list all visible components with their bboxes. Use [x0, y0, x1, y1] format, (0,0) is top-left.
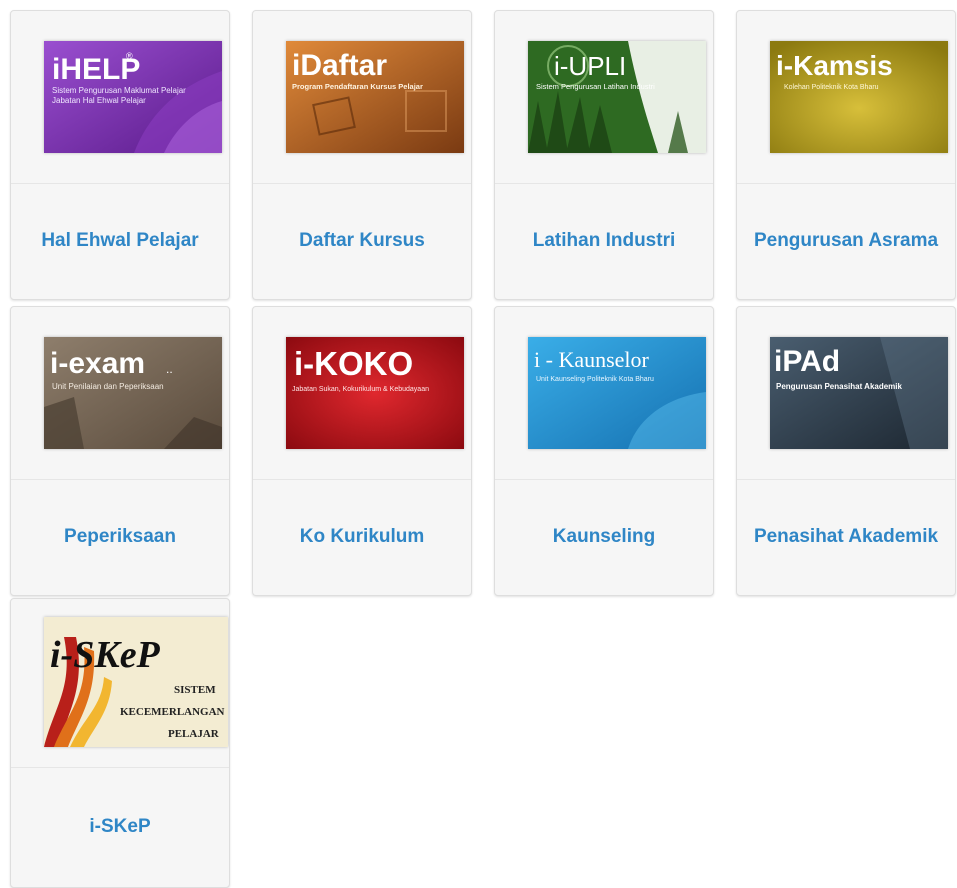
- tile-hal-ehwal-pelajar[interactable]: iHELP ® Sistem Pengurusan Maklumat Pelaj…: [10, 10, 230, 300]
- tile-image-area: i-Kamsis Kolehan Politeknik Kota Bharu: [737, 11, 955, 184]
- tile-image-area: iDaftar Program Pendaftaran Kursus Pelaj…: [253, 11, 471, 184]
- idaftar-logo-image: iDaftar Program Pendaftaran Kursus Pelaj…: [286, 41, 464, 153]
- tile-image-area: i-exam .. Unit Penilaian dan Peperiksaan: [11, 307, 229, 480]
- ipad-logo-image: iPAd Pengurusan Penasihat Akademik: [770, 337, 948, 449]
- ipad-logo-text: iPAd: [774, 345, 840, 378]
- iupli-banner[interactable]: i-UPLI Sistem Pengurusan Latihan Industr…: [528, 41, 706, 153]
- ihelp-banner[interactable]: iHELP ® Sistem Pengurusan Maklumat Pelaj…: [44, 41, 222, 153]
- tile-image-area: i - Kaunselor Unit Kaunseling Politeknik…: [495, 307, 713, 480]
- tile-image-area: iHELP ® Sistem Pengurusan Maklumat Pelaj…: [11, 11, 229, 184]
- tile-kaunseling[interactable]: i - Kaunselor Unit Kaunseling Politeknik…: [494, 306, 714, 596]
- ihelp-logo-image: iHELP ® Sistem Pengurusan Maklumat Pelaj…: [44, 41, 222, 153]
- iupli-logo-image: i-UPLI Sistem Pengurusan Latihan Industr…: [528, 41, 706, 153]
- tile-label[interactable]: Peperiksaan: [11, 479, 229, 595]
- tile-label[interactable]: i-SKeP: [11, 767, 229, 887]
- tile-label[interactable]: Hal Ehwal Pelajar: [11, 183, 229, 299]
- tile-label[interactable]: Penasihat Akademik: [737, 479, 955, 595]
- svg-text:Jabatan Hal Ehwal Pelajar: Jabatan Hal Ehwal Pelajar: [52, 96, 146, 105]
- tile-label[interactable]: Ko Kurikulum: [253, 479, 471, 595]
- tile-peperiksaan[interactable]: i-exam .. Unit Penilaian dan Peperiksaan…: [10, 306, 230, 596]
- ikamsis-logo-image: i-Kamsis Kolehan Politeknik Kota Bharu: [770, 41, 948, 153]
- svg-text:PELAJAR: PELAJAR: [168, 728, 220, 740]
- svg-text:Program Pendaftaran Kursus Pel: Program Pendaftaran Kursus Pelajar: [292, 82, 423, 91]
- idaftar-banner[interactable]: iDaftar Program Pendaftaran Kursus Pelaj…: [286, 41, 464, 153]
- iskep-logo-text: i-SKeP: [50, 634, 161, 676]
- svg-text:SISTEM: SISTEM: [174, 684, 216, 696]
- ikaunselor-logo-text: i - Kaunselor: [534, 347, 650, 372]
- svg-text:Sistem Pengurusan Maklumat Pel: Sistem Pengurusan Maklumat Pelajar: [52, 86, 186, 95]
- tile-pengurusan-asrama[interactable]: i-Kamsis Kolehan Politeknik Kota Bharu P…: [736, 10, 956, 300]
- tile-image-area: iPAd Pengurusan Penasihat Akademik: [737, 307, 955, 480]
- iexam-logo-image: i-exam .. Unit Penilaian dan Peperiksaan: [44, 337, 222, 449]
- svg-text:KECEMERLANGAN: KECEMERLANGAN: [120, 706, 225, 718]
- ikaunselor-logo-image: i - Kaunselor Unit Kaunseling Politeknik…: [528, 337, 706, 449]
- tile-latihan-industri[interactable]: i-UPLI Sistem Pengurusan Latihan Industr…: [494, 10, 714, 300]
- tile-ko-kurikulum[interactable]: i-KOKO Jabatan Sukan, Kokurikulum & Kebu…: [252, 306, 472, 596]
- tile-label[interactable]: Daftar Kursus: [253, 183, 471, 299]
- svg-text:Jabatan Sukan, Kokurikulum & K: Jabatan Sukan, Kokurikulum & Kebudayaan: [292, 386, 429, 393]
- ikoko-logo-text: i-KOKO: [294, 345, 413, 382]
- tile-label[interactable]: Pengurusan Asrama: [737, 183, 955, 299]
- ikoko-logo-image: i-KOKO Jabatan Sukan, Kokurikulum & Kebu…: [286, 337, 464, 449]
- tile-image-area: i-KOKO Jabatan Sukan, Kokurikulum & Kebu…: [253, 307, 471, 480]
- tile-daftar-kursus[interactable]: iDaftar Program Pendaftaran Kursus Pelaj…: [252, 10, 472, 300]
- svg-text:®: ®: [126, 51, 133, 61]
- svg-text:Sistem Pengurusan Latihan Indu: Sistem Pengurusan Latihan Industri: [536, 82, 655, 91]
- ikamsis-logo-text: i-Kamsis: [776, 50, 893, 81]
- tile-label[interactable]: Latihan Industri: [495, 183, 713, 299]
- svg-text:Unit Kaunseling Politeknik Kot: Unit Kaunseling Politeknik Kota Bharu: [536, 376, 654, 383]
- iexam-banner[interactable]: i-exam .. Unit Penilaian dan Peperiksaan: [44, 337, 222, 449]
- tile-image-area: i-SKeP SISTEM KECEMERLANGAN PELAJAR: [11, 599, 229, 768]
- ikamsis-banner[interactable]: i-Kamsis Kolehan Politeknik Kota Bharu: [770, 41, 948, 153]
- tile-label[interactable]: Kaunseling: [495, 479, 713, 595]
- ikoko-banner[interactable]: i-KOKO Jabatan Sukan, Kokurikulum & Kebu…: [286, 337, 464, 449]
- ipad-banner[interactable]: iPAd Pengurusan Penasihat Akademik: [770, 337, 948, 449]
- ikaunselor-banner[interactable]: i - Kaunselor Unit Kaunseling Politeknik…: [528, 337, 706, 449]
- idaftar-logo-text: iDaftar: [292, 49, 387, 82]
- iupli-logo-text: i-UPLI: [554, 51, 626, 81]
- iexam-logo-text: i-exam: [50, 347, 145, 380]
- iskep-logo-image: i-SKeP SISTEM KECEMERLANGAN PELAJAR: [44, 617, 228, 747]
- svg-text:Unit Penilaian dan Peperiksaan: Unit Penilaian dan Peperiksaan: [52, 382, 164, 391]
- svg-text:..: ..: [166, 362, 173, 376]
- iskep-banner[interactable]: i-SKeP SISTEM KECEMERLANGAN PELAJAR: [44, 617, 228, 747]
- tile-i-skep[interactable]: i-SKeP SISTEM KECEMERLANGAN PELAJAR i-SK…: [10, 598, 230, 888]
- svg-text:Kolehan Politeknik Kota Bharu: Kolehan Politeknik Kota Bharu: [784, 84, 879, 91]
- svg-text:Pengurusan Penasihat Akademik: Pengurusan Penasihat Akademik: [776, 382, 903, 391]
- tile-penasihat-akademik[interactable]: iPAd Pengurusan Penasihat Akademik Penas…: [736, 306, 956, 596]
- tile-image-area: i-UPLI Sistem Pengurusan Latihan Industr…: [495, 11, 713, 184]
